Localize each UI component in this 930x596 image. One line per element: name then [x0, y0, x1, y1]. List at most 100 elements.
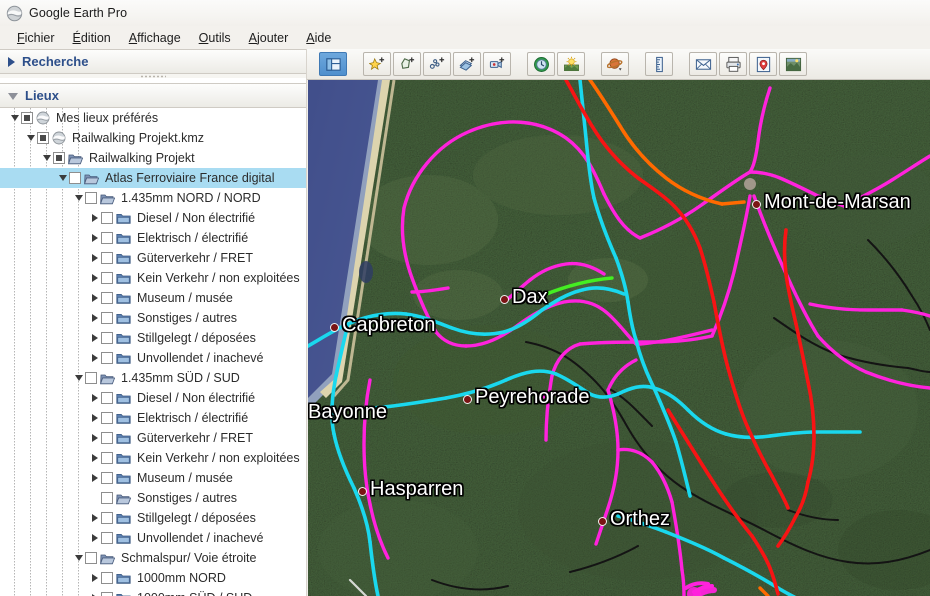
tree-item-checkbox[interactable] — [101, 512, 113, 524]
record-tour-button[interactable] — [483, 52, 511, 76]
sunlight-button[interactable] — [557, 52, 585, 76]
tree-item-checkbox[interactable] — [101, 452, 113, 464]
chevron-right-icon[interactable] — [88, 228, 101, 248]
tree-item-checkbox[interactable] — [101, 592, 113, 596]
chevron-right-icon[interactable] — [88, 428, 101, 448]
tree-item[interactable]: Museum / musée — [0, 468, 306, 488]
tree-item[interactable]: Unvollendet / inachevé — [0, 348, 306, 368]
tree-item-checkbox[interactable] — [69, 172, 81, 184]
print-button[interactable] — [719, 52, 747, 76]
tree-item[interactable]: Atlas Ferroviaire France digital — [0, 168, 306, 188]
chevron-right-icon[interactable] — [88, 268, 101, 288]
chevron-right-icon[interactable] — [88, 528, 101, 548]
historical-imagery-button[interactable] — [527, 52, 555, 76]
panel-header-search[interactable]: Recherche — [0, 49, 306, 74]
email-button[interactable] — [689, 52, 717, 76]
tree-item[interactable]: Güterverkehr / FRET — [0, 428, 306, 448]
map-viewport[interactable]: Mont-de-Marsan Dax Capbreton Peyrehorade Bay… — [308, 80, 930, 596]
tree-item-checkbox[interactable] — [85, 372, 97, 384]
chevron-right-icon[interactable] — [88, 308, 101, 328]
tree-item-checkbox[interactable] — [101, 312, 113, 324]
tree-item[interactable]: Mes lieux préférés — [0, 108, 306, 128]
tree-item[interactable]: Sonstiges / autres — [0, 308, 306, 328]
chevron-down-icon[interactable] — [72, 368, 85, 388]
tree-item-checkbox[interactable] — [101, 272, 113, 284]
save-image-button[interactable] — [779, 52, 807, 76]
tree-item[interactable]: Schmalspur/ Voie étroite — [0, 548, 306, 568]
tree-item[interactable]: 1.435mm NORD / NORD — [0, 188, 306, 208]
tree-item-checkbox[interactable] — [37, 132, 49, 144]
tree-item[interactable]: 1.435mm SÜD / SUD — [0, 368, 306, 388]
tree-item[interactable]: Diesel / Non électrifié — [0, 388, 306, 408]
menu-item-dition[interactable]: Édition — [64, 29, 120, 47]
tree-item[interactable]: 1000mm SÜD / SUD — [0, 588, 306, 596]
tree-item[interactable]: Sonstiges / autres — [0, 488, 306, 508]
chevron-right-icon[interactable] — [88, 588, 101, 596]
tree-item-checkbox[interactable] — [101, 472, 113, 484]
tree-item[interactable]: Railwalking Projekt.kmz — [0, 128, 306, 148]
tree-item-checkbox[interactable] — [101, 232, 113, 244]
tree-item[interactable]: 1000mm NORD — [0, 568, 306, 588]
tree-item-checkbox[interactable] — [53, 152, 65, 164]
tree-item[interactable]: Unvollendet / inachevé — [0, 528, 306, 548]
chevron-right-icon[interactable] — [88, 348, 101, 368]
chevron-down-icon[interactable] — [40, 148, 53, 168]
chevron-right-icon[interactable] — [88, 328, 101, 348]
toggle-sidebar-button[interactable] — [319, 52, 347, 76]
add-polygon-button[interactable] — [393, 52, 421, 76]
chevron-right-icon[interactable] — [88, 508, 101, 528]
tree-item[interactable]: Stillgelegt / déposées — [0, 508, 306, 528]
tree-item-checkbox[interactable] — [101, 532, 113, 544]
chevron-down-icon[interactable] — [72, 548, 85, 568]
chevron-down-icon[interactable] — [72, 188, 85, 208]
tree-item-checkbox[interactable] — [101, 412, 113, 424]
tree-item[interactable]: Kein Verkehr / non exploitées — [0, 448, 306, 468]
tree-item[interactable]: Railwalking Projekt — [0, 148, 306, 168]
tree-item-checkbox[interactable] — [85, 552, 97, 564]
map-placemark-dot[interactable] — [752, 200, 761, 209]
tree-item[interactable]: Museum / musée — [0, 288, 306, 308]
ruler-button[interactable] — [645, 52, 673, 76]
chevron-right-icon[interactable] — [88, 448, 101, 468]
switch-planet-button[interactable] — [601, 52, 629, 76]
tree-item-checkbox[interactable] — [85, 192, 97, 204]
menu-item-aide[interactable]: Aide — [297, 29, 340, 47]
tree-item-checkbox[interactable] — [101, 352, 113, 364]
panel-header-places[interactable]: Lieux — [0, 83, 306, 108]
tree-item-checkbox[interactable] — [101, 212, 113, 224]
chevron-right-icon[interactable] — [88, 388, 101, 408]
panel-splitter[interactable] — [0, 74, 306, 78]
menu-item-outils[interactable]: Outils — [190, 29, 240, 47]
tree-item-checkbox[interactable] — [101, 572, 113, 584]
map-placemark-dot[interactable] — [358, 487, 367, 496]
places-tree[interactable]: Mes lieux préférés Railwalking Projekt.km… — [0, 108, 306, 596]
menu-item-ajouter[interactable]: Ajouter — [240, 29, 298, 47]
chevron-right-icon[interactable] — [88, 288, 101, 308]
tree-item[interactable]: Stillgelegt / déposées — [0, 328, 306, 348]
chevron-down-icon[interactable] — [8, 108, 21, 128]
menu-item-fichier[interactable]: Fichier — [8, 29, 64, 47]
tree-item-checkbox[interactable] — [101, 252, 113, 264]
menu-item-affichage[interactable]: Affichage — [120, 29, 190, 47]
chevron-right-icon[interactable] — [88, 208, 101, 228]
map-placemark-dot[interactable] — [463, 395, 472, 404]
map-placemark-dot[interactable] — [330, 323, 339, 332]
add-path-button[interactable] — [423, 52, 451, 76]
tree-item-checkbox[interactable] — [101, 432, 113, 444]
tree-item-checkbox[interactable] — [21, 112, 33, 124]
map-placemark-dot[interactable] — [500, 295, 509, 304]
chevron-right-icon[interactable] — [88, 468, 101, 488]
map-placemark-dot[interactable] — [598, 517, 607, 526]
tree-item-checkbox[interactable] — [101, 332, 113, 344]
tree-item[interactable]: Güterverkehr / FRET — [0, 248, 306, 268]
tree-item[interactable]: Diesel / Non électrifié — [0, 208, 306, 228]
chevron-right-icon[interactable] — [88, 408, 101, 428]
view-in-maps-button[interactable] — [749, 52, 777, 76]
chevron-down-icon[interactable] — [24, 128, 37, 148]
chevron-down-icon[interactable] — [56, 168, 69, 188]
tree-item-checkbox[interactable] — [101, 292, 113, 304]
tree-item[interactable]: Kein Verkehr / non exploitées — [0, 268, 306, 288]
tree-item[interactable]: Elektrisch / électrifié — [0, 228, 306, 248]
add-image-overlay-button[interactable] — [453, 52, 481, 76]
tree-item-checkbox[interactable] — [101, 392, 113, 404]
